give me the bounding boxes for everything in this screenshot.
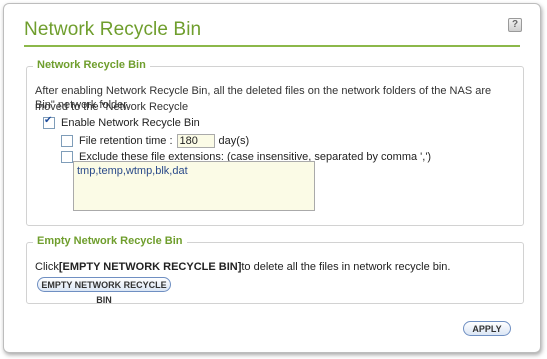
recycle-bin-legend: Network Recycle Bin <box>33 59 150 71</box>
enable-recycle-label: Enable Network Recycle Bin <box>61 117 200 129</box>
apply-button[interactable]: APPLY <box>463 321 511 336</box>
page-title: Network Recycle Bin <box>24 19 202 40</box>
empty-recycle-bin-button[interactable]: EMPTY NETWORK RECYCLE BIN <box>37 277 171 305</box>
recycle-description-line2: Bin" network folder. <box>35 99 130 111</box>
extensions-textarea[interactable]: tmp,temp,wtmp,blk,dat <box>73 161 315 211</box>
retention-days-input[interactable]: 180 <box>176 134 215 148</box>
empty-recycle-bin-legend: Empty Network Recycle Bin <box>33 235 187 247</box>
retention-checkbox[interactable] <box>61 135 73 147</box>
empty-instruction-bold: [EMPTY NETWORK RECYCLE BIN] <box>58 261 242 273</box>
empty-recycle-bin-section: Empty Network Recycle Bin Click [EMPTY N… <box>26 235 524 305</box>
retention-label: File retention time : <box>79 135 173 147</box>
enable-recycle-row: Enable Network Recycle Bin <box>43 115 200 129</box>
enable-recycle-checkbox[interactable] <box>43 115 55 129</box>
exclude-extensions-checkbox[interactable] <box>61 151 73 163</box>
dialog-window: Network Recycle Bin ? Network Recycle Bi… <box>3 3 541 353</box>
retention-row: File retention time : 180 day(s) <box>61 134 249 148</box>
empty-instruction-prefix: Click <box>35 261 59 273</box>
title-bar: Network Recycle Bin ? <box>14 12 530 42</box>
empty-instruction: Click [EMPTY NETWORK RECYCLE BIN] to del… <box>35 261 450 273</box>
empty-instruction-suffix: to delete all the files in network recyc… <box>241 261 451 273</box>
retention-unit: day(s) <box>218 135 250 147</box>
recycle-bin-section: Network Recycle Bin After enabling Netwo… <box>26 59 524 226</box>
help-icon[interactable]: ? <box>508 18 522 32</box>
title-divider <box>24 45 520 47</box>
